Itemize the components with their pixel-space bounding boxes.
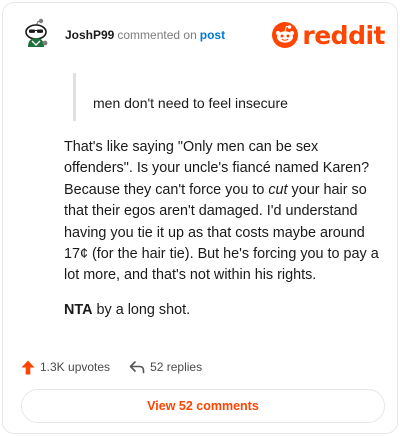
- reply-count: 52 replies: [150, 360, 203, 374]
- paragraph-emphasis: cut: [268, 181, 288, 198]
- reddit-logo[interactable]: reddit: [272, 20, 385, 50]
- comment-meta: JoshP99 commented on post: [65, 28, 225, 42]
- comment-header: JoshP99 commented on post reddit: [19, 17, 385, 53]
- upvote-arrow-icon: [21, 360, 35, 374]
- verdict-bold: NTA: [64, 301, 93, 318]
- reddit-snoo-icon: [272, 22, 299, 48]
- snoo-avatar-icon[interactable]: [19, 17, 53, 51]
- verdict-line: NTA by a long shot.: [64, 300, 389, 321]
- comment-card: JoshP99 commented on post reddit men don't…: [2, 2, 398, 434]
- comment-paragraph: That's like saying "Only men can be sex …: [64, 137, 389, 287]
- reply-button[interactable]: 52 replies: [129, 360, 202, 374]
- comment-actions: 1.3K upvotes 52 replies: [21, 357, 202, 377]
- comment-body: That's like saying "Only men can be sex …: [64, 137, 389, 334]
- reddit-wordmark: reddit: [302, 20, 385, 50]
- reply-arrow-icon: [129, 361, 145, 374]
- upvote-count: 1.3K upvotes: [40, 360, 111, 374]
- username-link[interactable]: JoshP99: [65, 28, 114, 42]
- view-comments-button[interactable]: View 52 comments: [21, 389, 385, 423]
- verdict-text: by a long shot.: [92, 301, 191, 318]
- quoted-text: men don't need to feel insecure: [73, 73, 383, 121]
- action-text: commented on: [117, 28, 197, 42]
- upvote-button[interactable]: 1.3K upvotes: [21, 360, 110, 375]
- post-link[interactable]: post: [200, 28, 225, 42]
